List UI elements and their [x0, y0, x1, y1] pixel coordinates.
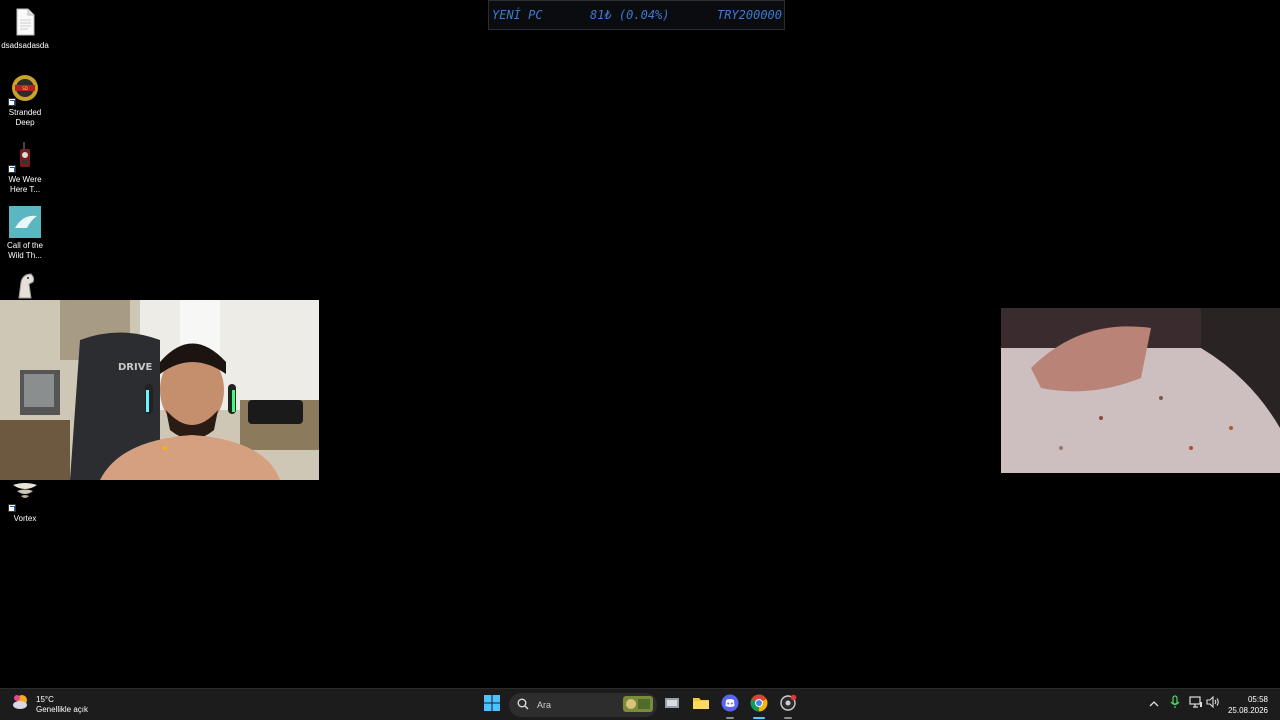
discord-button[interactable]	[718, 693, 742, 719]
network-button[interactable]	[1189, 695, 1203, 713]
goal-amount: 81₺ (0.04%)	[590, 8, 670, 22]
obs-button[interactable]	[776, 693, 800, 719]
network-icon	[1189, 695, 1203, 713]
weather-icon	[12, 693, 30, 716]
desktop-icon-horse[interactable]	[0, 268, 50, 303]
desktop-icon-label: Stranded Deep	[8, 108, 42, 127]
chrome-icon	[750, 694, 768, 717]
task-view-icon	[664, 695, 680, 716]
recording-app-icon	[779, 694, 797, 717]
desktop-icon-dsadsadasda[interactable]: dsadsadasda	[0, 6, 50, 51]
goal-title: YENİ PC	[492, 8, 543, 22]
running-indicator	[753, 717, 765, 719]
chrome-button[interactable]	[747, 693, 771, 719]
weather-widget[interactable]: 15°C Genellikle açık	[12, 693, 88, 716]
search-icon	[517, 698, 529, 712]
goal-target: TRY200000	[716, 8, 782, 22]
stranded-deep-icon: SD	[8, 73, 41, 106]
speaker-icon	[1206, 695, 1220, 713]
call-of-the-wild-icon	[9, 206, 41, 238]
webcam-feet	[1001, 308, 1280, 473]
microphone-icon	[1170, 694, 1180, 714]
clock-date: 25.08.2026	[1227, 706, 1268, 715]
taskbar-search[interactable]: Ara	[509, 693, 657, 717]
document-icon	[9, 6, 41, 38]
running-indicator	[726, 717, 734, 719]
desktop-icon-we-were-here[interactable]: We Were Here T...	[0, 140, 50, 195]
desktop-icon-label: Call of the Wild Th...	[6, 241, 44, 260]
show-hidden-icons-button[interactable]	[1147, 697, 1161, 711]
desktop-icon-call-of-the-wild[interactable]: Call of the Wild Th...	[0, 206, 50, 261]
weather-condition: Genellikle açık	[36, 704, 89, 714]
task-view-button[interactable]	[660, 693, 684, 717]
desktop-icon-stranded-deep[interactable]: SD Stranded Deep	[0, 73, 50, 128]
taskbar-clock[interactable]: 05:58 25.08.2026	[1228, 694, 1268, 716]
file-explorer-button[interactable]	[689, 693, 713, 717]
taskbar: 15°C Genellikle açık Ara 05:58 25.08.202…	[0, 688, 1280, 720]
desktop-icon-label: We Were Here T...	[8, 175, 42, 194]
search-placeholder: Ara	[537, 700, 552, 710]
microphone-button[interactable]	[1168, 694, 1182, 714]
desktop-icon-label: dsadsadasda	[1, 41, 49, 50]
donation-goal-bar: YENİ PC 81₺ (0.04%) TRY200000	[488, 0, 785, 30]
desktop-icon-label: Vortex	[13, 514, 37, 523]
clock-time: 05:58	[1247, 695, 1268, 704]
windows-icon	[484, 694, 500, 716]
folder-icon	[692, 695, 710, 716]
weather-temp: 15°C	[36, 694, 54, 704]
horse-icon	[9, 268, 41, 300]
volume-button[interactable]	[1206, 695, 1220, 713]
svg-text:SD: SD	[22, 86, 28, 91]
chevron-up-icon	[1149, 695, 1159, 713]
search-highlight-icon	[623, 695, 653, 715]
running-indicator	[784, 717, 792, 719]
vortex-icon	[8, 479, 41, 512]
walkie-talkie-icon	[8, 140, 41, 173]
discord-icon	[721, 694, 739, 717]
webcam-streamer: DRIVE	[0, 300, 319, 480]
chair-brand: DRIVE	[118, 362, 152, 373]
desktop-icon-vortex[interactable]: Vortex	[0, 479, 50, 524]
start-button[interactable]	[480, 693, 504, 717]
